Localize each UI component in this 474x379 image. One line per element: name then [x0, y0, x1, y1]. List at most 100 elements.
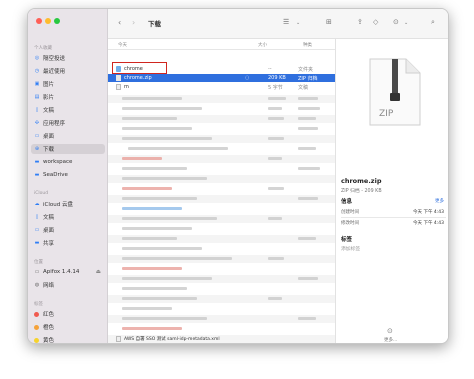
group-icon[interactable]: ⊞ [326, 18, 332, 26]
back-button[interactable]: ‹ [118, 18, 121, 27]
list-item[interactable] [108, 195, 335, 203]
more-button[interactable]: 更多... [384, 337, 397, 343]
list-item[interactable] [108, 135, 335, 143]
finder-window: 个人收藏 ◎ 隔空投送 ◷ 最近使用 ▣ 图片 ▤ 影片 ▯ 文稿 ✣ 应用程序 ▭ 桌面 ⊕… [27, 8, 449, 344]
list-item[interactable] [108, 185, 335, 193]
preview-filename: chrome.zip [341, 177, 382, 185]
sidebar-tag-red[interactable]: 红色 [31, 309, 105, 319]
file-row-m[interactable]: m 5 字节 文稿 [108, 83, 335, 91]
list-item[interactable] [108, 245, 335, 253]
close-window-button[interactable] [36, 18, 42, 24]
sidebar-item-network[interactable]: ◍ 网络 [31, 280, 105, 290]
sidebar-tag-orange[interactable]: 橙色 [31, 322, 105, 332]
action-menu-icon[interactable]: ⊙ [393, 18, 399, 26]
desktop-icon: ▭ [34, 133, 40, 139]
list-item[interactable] [108, 295, 335, 303]
folder-icon: ▬ [34, 159, 40, 165]
disk-icon: ▭ [34, 269, 40, 275]
tag-icon[interactable]: ◇ [373, 18, 378, 26]
minimize-window-button[interactable] [45, 18, 51, 24]
sync-status-icon: ◌ [245, 74, 250, 81]
list-item[interactable] [108, 235, 335, 243]
file-row-chrome-zip[interactable]: chrome.zip ◌ 209 KB ZIP 归档 [108, 74, 335, 82]
sidebar-item-downloads[interactable]: ⊕ 下载 [31, 144, 105, 154]
search-icon[interactable]: ⌕ [431, 18, 435, 27]
forward-button[interactable]: › [132, 18, 135, 27]
desktop-icon: ▭ [34, 227, 40, 233]
orange-tag-dot [34, 324, 39, 330]
view-options-chevron-icon[interactable]: ⌄ [296, 20, 300, 26]
tags-header: 标签 [341, 237, 353, 243]
list-item[interactable] [108, 155, 335, 163]
document-icon: ▯ [35, 214, 39, 220]
action-chevron-icon[interactable]: ⌄ [404, 20, 408, 26]
divider [341, 217, 446, 218]
sidebar-item-applications[interactable]: ✣ 应用程序 [31, 118, 105, 128]
info-header: 信息 [341, 199, 353, 205]
list-item[interactable] [108, 165, 335, 173]
list-item[interactable] [108, 205, 335, 213]
sidebar-item-pictures[interactable]: ▣ 图片 [31, 79, 105, 89]
created-value: 今天 下午 4:43 [413, 210, 444, 215]
modified-label: 修改时间 [341, 221, 359, 226]
list-item[interactable] [108, 275, 335, 283]
sidebar-item-documents[interactable]: ▯ 文稿 [31, 105, 105, 115]
list-item[interactable] [108, 305, 335, 313]
sidebar: 个人收藏 ◎ 隔空投送 ◷ 最近使用 ▣ 图片 ▤ 影片 ▯ 文稿 ✣ 应用程序 ▭ 桌面 ⊕… [28, 9, 108, 343]
list-item[interactable] [108, 175, 335, 183]
list-item[interactable] [108, 115, 335, 123]
list-item[interactable] [108, 315, 335, 323]
list-item[interactable] [108, 325, 335, 333]
list-item[interactable] [108, 145, 335, 153]
tags-header: 标签 [34, 302, 43, 307]
red-tag-dot [34, 311, 39, 317]
document-icon: ▯ [35, 107, 39, 113]
download-icon: ⊕ [34, 146, 40, 152]
column-size-header[interactable]: 大小 [258, 42, 267, 48]
cloud-icon: ☁ [34, 201, 40, 207]
airdrop-icon: ◎ [34, 55, 40, 61]
apps-icon: ✣ [34, 120, 40, 126]
list-item[interactable] [108, 105, 335, 113]
favorites-header: 个人收藏 [34, 46, 52, 51]
share-icon[interactable]: ⇪ [357, 18, 363, 26]
window-title: 下载 [148, 20, 161, 28]
list-item[interactable] [108, 255, 335, 263]
shared-folder-icon: ▬ [34, 240, 40, 246]
sidebar-item-workspace[interactable]: ▬ workspace [31, 157, 105, 167]
list-item[interactable] [108, 215, 335, 223]
eject-icon[interactable]: ⏏ [96, 269, 101, 275]
zip-badge-label: ZIP [379, 109, 394, 119]
sidebar-item-shared[interactable]: ▬ 共享 [31, 238, 105, 248]
add-tags-field[interactable]: 添加标签 [341, 245, 360, 252]
more-options-icon[interactable]: ⊙ [387, 327, 393, 335]
folder-icon: ▬ [34, 172, 40, 178]
list-item[interactable] [108, 125, 335, 133]
sidebar-item-desktop[interactable]: ▭ 桌面 [31, 131, 105, 141]
globe-icon: ◍ [34, 282, 40, 288]
list-item[interactable] [108, 285, 335, 293]
maximize-window-button[interactable] [54, 18, 60, 24]
icloud-header: iCloud [34, 191, 49, 196]
zip-document-icon [369, 58, 421, 126]
list-item[interactable] [108, 95, 335, 103]
column-header-bar: 今天 大小 种类 [108, 39, 335, 50]
sidebar-item-apifox[interactable]: ▭ Apifox 1.4.14 ⏏ [31, 267, 105, 277]
more-info-link[interactable]: 更多 [435, 198, 444, 204]
list-view-icon[interactable]: ☰ [283, 18, 289, 26]
sidebar-item-icloud-documents[interactable]: ▯ 文稿 [31, 212, 105, 222]
sidebar-item-icloud-drive[interactable]: ☁ iCloud 云盘 [31, 199, 105, 209]
list-item[interactable] [108, 265, 335, 273]
sidebar-item-seadrive[interactable]: ▬ SeaDrive [31, 170, 105, 180]
file-row-aws-metadata[interactable]: AWS 自署 SSO 测试 saml-idp-metadata.xml [108, 335, 335, 343]
sidebar-item-airdrop[interactable]: ◎ 隔空投送 [31, 53, 105, 63]
sidebar-item-icloud-desktop[interactable]: ▭ 桌面 [31, 225, 105, 235]
sidebar-item-recents[interactable]: ◷ 最近使用 [31, 66, 105, 76]
created-label: 创建时间 [341, 210, 359, 215]
sidebar-item-movies[interactable]: ▤ 影片 [31, 92, 105, 102]
column-kind-header[interactable]: 种类 [303, 42, 312, 48]
preview-subtitle: ZIP 归档 - 209 KB [341, 189, 382, 194]
sidebar-tag-yellow[interactable]: 黄色 [31, 335, 105, 343]
document-icon [116, 84, 121, 90]
list-item[interactable] [108, 225, 335, 233]
